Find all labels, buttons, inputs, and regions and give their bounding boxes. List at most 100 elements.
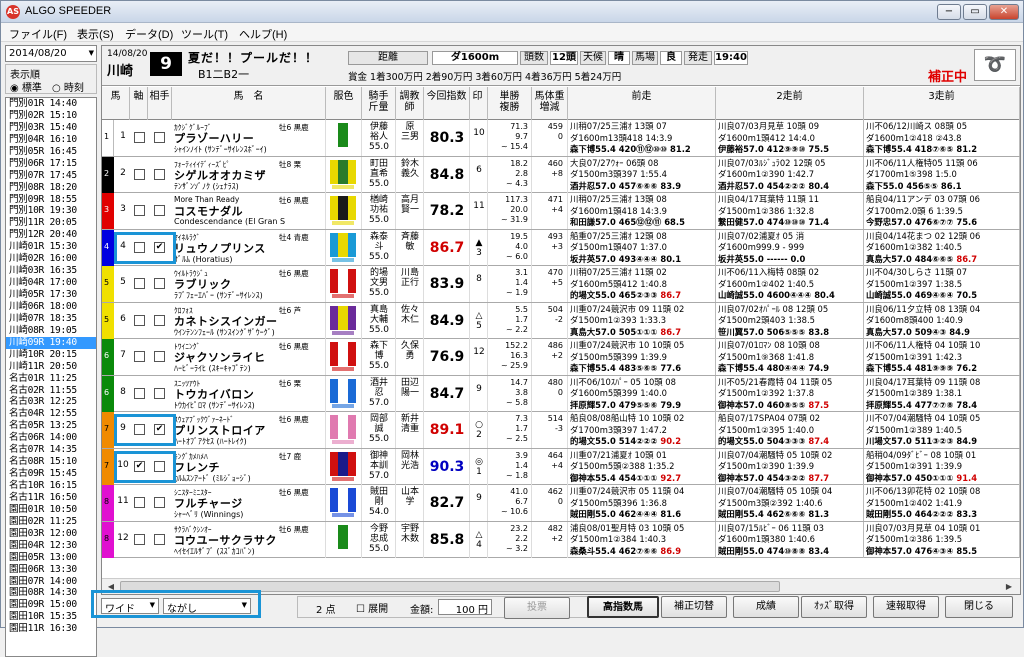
col-jockey[interactable]: 騎手 斤量 — [362, 87, 396, 120]
past-race-2[interactable]: 川良07/03月見草 10頭 09 ダ1600m1頭412 14:4.0 伊藤裕57… — [716, 120, 864, 156]
flash-fetch-button[interactable]: 速報取得 — [873, 596, 939, 618]
high-index-button[interactable]: 高指数馬 — [587, 596, 659, 618]
race-list-item[interactable]: 名古01R 11:25 — [6, 373, 96, 385]
minimize-button[interactable]: − — [937, 4, 961, 20]
close-window-button[interactable]: 閉じる — [945, 596, 1013, 618]
race-list-item[interactable]: 門別10R 19:30 — [6, 205, 96, 217]
race-list-item[interactable]: 門別03R 15:40 — [6, 122, 96, 134]
table-row[interactable]: 2 2 ﾌｫｰﾃｨｲｲﾃﾞｨｰｽﾞﾋﾟ 牡8 栗シゲルオオカミザ ﾃﾝｻﾞﾝｿﾞﾉｸ (… — [102, 156, 1020, 193]
past-race-3[interactable]: 川不07/04潮騒特 04 10頭 05 ダ1500m1②389 1:40.5 川場… — [864, 412, 1020, 448]
bet-method-select[interactable]: ながし ▼ — [163, 598, 251, 615]
past-race-3[interactable]: 川良06/11夕立特 08 13頭 04 ダ1600m8頭400 1:40.9 真島… — [864, 302, 1020, 339]
col-axis[interactable]: 軸 — [130, 87, 148, 120]
past-race-3[interactable]: 船稍04/09ﾀﾞﾋﾞｰ 08 10頭 01 ダ1500m1②391 1:39.9… — [864, 448, 1020, 485]
table-row[interactable]: 6 7 ﾄﾜｲﾆﾝｸﾞ 牡6 黒鹿 ジャクソンライヒ ﾊｰﾋﾞｰﾗｲﾋ (ｽｷｰｷｬﾌﾟﾃ… — [102, 339, 1020, 376]
race-list-item[interactable]: 園田07R 14:00 — [6, 576, 96, 588]
past-race-3[interactable]: 川不06/12川崎ス 08頭 05 ダ1600m1②418 ②43.8 森下博55.… — [864, 120, 1020, 156]
past-race-2[interactable]: 川良07/04潮騒特 05 10頭 02 ダ1500m1②390 1:39.9 御神… — [716, 448, 864, 485]
race-list-item[interactable]: 門別02R 15:10 — [6, 110, 96, 122]
col-mark[interactable]: 印 — [468, 87, 488, 120]
past-race-3[interactable]: 川不06/11人権特 04 10頭 10 ダ1500m1②391 1:42.3 森下… — [864, 339, 1020, 375]
race-list-item[interactable]: 園田06R 13:30 — [6, 564, 96, 576]
col-odds[interactable]: 単勝 複勝 — [488, 87, 532, 120]
partner-checkbox[interactable] — [154, 533, 165, 545]
expand-checkbox[interactable]: ☐ 展開 — [356, 600, 388, 615]
race-list-item[interactable]: 川崎01R 15:30 — [6, 241, 96, 253]
race-list-item[interactable]: 門別11R 20:05 — [6, 217, 96, 229]
race-list-item[interactable]: 川崎03R 16:35 — [6, 265, 96, 277]
past-race-3[interactable]: 川良04/17耳葉特 09 11頭 08 ダ1500m1②389 1:38.1 拝原… — [864, 375, 1020, 412]
past-race-3[interactable]: 川良07/03月見草 04 10頭 01 ダ1500m1②386 1:39.5 御神… — [864, 521, 1020, 558]
past-race-2[interactable]: 川不05/21春霞特 04 11頭 05 ダ1500m1②392 1:37.8 御神… — [716, 375, 864, 412]
table-row[interactable]: 3 3 More Than Ready 牡6 黒鹿 コスモナダル Condescendan… — [102, 193, 1020, 230]
menu-tools[interactable]: ツール(T) — [181, 26, 228, 42]
partner-checkbox[interactable] — [154, 314, 165, 326]
race-list-item[interactable]: 名古03R 12:25 — [6, 396, 96, 408]
race-list-item[interactable]: 名古10R 16:15 — [6, 480, 96, 492]
race-list-item[interactable]: 園田04R 12:30 — [6, 540, 96, 552]
results-button[interactable]: 成績 — [733, 596, 799, 618]
partner-checkbox[interactable] — [154, 387, 165, 399]
race-list-item[interactable]: 門別09R 18:55 — [6, 194, 96, 206]
order-time-radio[interactable]: ○ 時刻 — [52, 79, 84, 94]
partner-checkbox[interactable] — [154, 168, 165, 180]
past-race-3[interactable]: 川不06/13卯花特 02 10頭 08 ダ1500m1②402 1:41.9 賊田… — [864, 485, 1020, 521]
race-list-item[interactable]: 門別06R 17:15 — [6, 158, 96, 170]
odds-fetch-button[interactable]: ｵｯｽﾞ取得 — [801, 596, 867, 618]
axis-checkbox[interactable] — [134, 314, 145, 326]
race-list-item[interactable]: 園田03R 12:00 — [6, 528, 96, 540]
race-list-item[interactable]: 川崎08R 19:05 — [6, 325, 96, 337]
past-race-2[interactable]: 川良07/03ﾙｼﾞｭﾗ02 12頭 05 ダ1600m1②390 1:42.7 酒… — [716, 156, 864, 193]
race-list-item[interactable]: 門別08R 18:20 — [6, 182, 96, 194]
partner-checkbox[interactable] — [154, 278, 165, 289]
axis-checkbox[interactable] — [134, 278, 145, 289]
col-trainer[interactable]: 調教 師 — [396, 87, 424, 120]
race-list-item[interactable]: 名古04R 12:55 — [6, 408, 96, 420]
race-list-item[interactable]: 川崎10R 20:15 — [6, 349, 96, 361]
past-race-2[interactable]: 川良07/02浦夏ｵ 05 消ダ1600m999.9 - 999 坂井英55.0 … — [716, 229, 864, 266]
past-race-1[interactable]: 川重07/24競沢市 05 11頭 04 ダ1500m5頭396 1:36.8 賊田… — [568, 485, 716, 521]
race-list-item[interactable]: 川崎06R 18:00 — [6, 301, 96, 313]
col-prev1[interactable]: 前走 — [568, 87, 716, 120]
race-list-item[interactable]: 名古05R 13:25 — [6, 420, 96, 432]
table-row[interactable]: 5 6 ｸﾛﾌｫｽ 牡6 芦カネトシスインガー ｳｲﾝﾃﾝﾝﾌｪｰﾙ (ｻﾝｽｲﾝｸﾞｻ… — [102, 302, 1020, 339]
past-race-1[interactable]: 川稍07/25三浦ｵ 11頭 02 ダ1600m5頭412 1:40.8 的場文55… — [568, 266, 716, 302]
race-list-item[interactable]: 名古02R 11:55 — [6, 385, 96, 397]
race-list-item[interactable]: 川崎11R 20:50 — [6, 361, 96, 373]
col-horse-num[interactable]: 馬 — [102, 87, 130, 120]
race-list-item[interactable]: 園田01R 10:50 — [6, 504, 96, 516]
vote-button[interactable]: 投票 — [504, 597, 570, 619]
col-index[interactable]: 今回指数 — [424, 87, 470, 120]
axis-checkbox[interactable] — [134, 132, 145, 143]
axis-checkbox[interactable] — [134, 533, 145, 545]
race-list-item[interactable]: 名古07R 14:35 — [6, 444, 96, 456]
table-row[interactable]: 7 10 ✔ ｷﾝｸﾞｶﾒﾊﾒﾊ 牡7 鹿フレンチ ｶﾙﾑｽﾝｱｰﾄﾞ (ﾐﾙｼﾞｮｰｼﾞ… — [102, 448, 1020, 485]
race-list-item[interactable]: 川崎04R 17:00 — [6, 277, 96, 289]
past-race-1[interactable]: 浦良08/01聖月特 03 10頭 05 ダ1500m1②384 1:40.3 森桑… — [568, 521, 716, 558]
col-prev3[interactable]: 3走前 — [864, 87, 1020, 120]
partner-checkbox[interactable] — [154, 497, 165, 508]
table-row[interactable]: 8 12 ｻｸﾗﾊﾞｸｼﾝｵｰ 牡6 黒鹿 コウユーサクラサク ﾍｲｾｲｴﾙｻﾞﾌﾞ (ｽ… — [102, 521, 1020, 558]
past-race-2[interactable]: 川良07/01ﾛﾏﾝ 08 10頭 08 ダ1500m1⑨368 1:41.8 森下… — [716, 339, 864, 375]
menu-file[interactable]: ファイル(F) — [9, 26, 67, 42]
race-list-item[interactable]: 名古09R 15:45 — [6, 468, 96, 480]
axis-checkbox[interactable] — [134, 168, 145, 180]
date-dropdown[interactable]: 2014/08/20 ▼ — [5, 45, 97, 62]
col-weight[interactable]: 馬体重 増減 — [532, 87, 568, 120]
table-row[interactable]: 5 5 ｳｲﾙﾄﾗｳｼﾞｭ 牡6 黒鹿 ラブリック ﾗﾌﾞﾌｪｰｴﾊﾞｰ (ｻﾝﾃﾞｰｻｲ… — [102, 266, 1020, 303]
scroll-right-icon[interactable]: ▶ — [1002, 581, 1016, 592]
menu-help[interactable]: ヘルプ(H) — [239, 26, 287, 42]
past-race-1[interactable]: 川稍07/25三浦ｵ 13頭 08 ダ1600m1頭418 14:3.9 和田謙57… — [568, 193, 716, 229]
race-list-item[interactable]: 園田02R 11:25 — [6, 516, 96, 528]
past-race-1[interactable]: 川重07/21浦夏ｵ 10頭 01 ダ1500m5頭②388 1:35.2 御神本5… — [568, 448, 716, 485]
partner-checkbox[interactable] — [154, 132, 165, 143]
race-list-item[interactable]: 門別07R 17:45 — [6, 170, 96, 182]
past-race-3[interactable]: 川不04/30しらさ 11頭 07 ダ1500m1②397 1:38.5 山崎誠55… — [864, 266, 1020, 302]
past-race-3[interactable]: 川不06/11人権特05 11頭 06 ダ1700m1⑤398 1:5.0 森下55… — [864, 156, 1020, 193]
past-race-3[interactable]: 船良04/11アンデ 03 07頭 06 ダ1700m2.0頭 6 1:39.5 今… — [864, 193, 1020, 229]
race-list-item[interactable]: 門別05R 16:45 — [6, 146, 96, 158]
order-standard-radio[interactable]: ◉ 標準 — [10, 79, 42, 94]
race-list-item[interactable]: 川崎05R 17:30 — [6, 289, 96, 301]
past-race-2[interactable]: 川良07/15ﾙﾋﾞｰ 06 11頭 03 ダ1600m1頭380 1:40.6 賊… — [716, 521, 864, 558]
past-race-2[interactable]: 川良07/04潮騒特 05 10頭 04 ダ1500m3頭②392 1:40.6 賊… — [716, 485, 864, 521]
